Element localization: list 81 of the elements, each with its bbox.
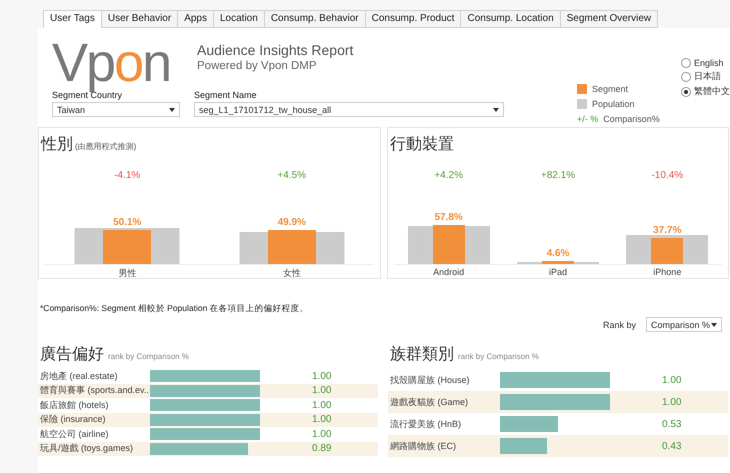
category-label: Android [433, 267, 464, 277]
caret-icon [711, 322, 717, 326]
filter-dropdown[interactable]: Taiwan [52, 102, 180, 117]
row-value: 0.53 [662, 418, 682, 430]
segment-value: 4.6% [546, 248, 570, 259]
legend-label: Comparison% [603, 114, 660, 124]
row-label: 房地產 (real.estate) [39, 370, 119, 383]
row-label: 玩具/遊戲 (toys.games) [39, 442, 134, 456]
list-title: 廣告偏好 [40, 344, 104, 365]
comparison-value: +82.1% [540, 170, 576, 183]
comparison-value: -10.4% [651, 170, 684, 183]
segment-value: 49.9% [278, 217, 306, 228]
legend-label: Population [592, 99, 635, 109]
value-bar [500, 438, 548, 454]
report-subtitle: Powered by Vpon DMP [197, 60, 318, 72]
radio-button[interactable] [681, 58, 691, 68]
panel-title: 行動裝置 [390, 134, 454, 155]
row-label: 流行愛美族 (HnB) [389, 418, 462, 430]
language-option[interactable]: 繁體中文 [694, 85, 730, 98]
footnote: *Comparison%: Segment 相較於 Population 在各項目上的偏好程度。 [39, 302, 310, 315]
row-label: 體育與賽事 (sports.and.ev.. [39, 384, 150, 398]
tab[interactable]: Apps [177, 10, 214, 28]
report-title: Audience Insights Report [197, 42, 354, 58]
tab[interactable]: Location [213, 10, 265, 28]
list-subtitle: rank by Comparison % [108, 352, 189, 361]
tab[interactable]: User Tags [43, 10, 102, 28]
row-value: 1.00 [312, 385, 332, 396]
row-label: 遊戲夜貓族 (Game) [389, 396, 470, 408]
segment-bar [268, 230, 316, 264]
segment-bar [103, 230, 152, 264]
radio-button[interactable] [681, 86, 691, 96]
tab[interactable]: Segment Overview [560, 10, 658, 28]
segment-bar [542, 260, 574, 264]
panel-note: (由應用程式推測) [75, 141, 136, 152]
row-value: 1.00 [312, 414, 332, 426]
row-value: 1.00 [662, 396, 682, 408]
segment-bar [651, 238, 684, 264]
segment-value: 57.8% [434, 212, 463, 223]
filter-dropdown[interactable]: seg_L1_17101712_tw_house_all [194, 102, 504, 117]
rank-by-label: Rank by [602, 320, 636, 330]
filter-label: Segment Name [194, 90, 258, 100]
row-value: 1.00 [312, 400, 332, 411]
row-label: 找殼購屋族 (House) [389, 374, 471, 386]
list-subtitle: rank by Comparison % [458, 352, 539, 361]
row-label: 網路購物族 (EC) [389, 440, 457, 452]
legend-mark: +/- % [577, 114, 598, 124]
legend-swatch [577, 84, 587, 94]
segment-value: 50.1% [113, 216, 142, 228]
comparison-value: +4.5% [277, 170, 306, 183]
segment-value: 37.7% [653, 225, 682, 236]
row-value: 1.00 [662, 374, 682, 386]
caret-icon [493, 108, 499, 112]
tab[interactable]: Consump. Location [460, 10, 561, 28]
comparison-value: +4.2% [434, 170, 463, 183]
row-value: 0.89 [312, 443, 332, 454]
category-label: 女性 [282, 267, 301, 280]
language-option[interactable]: 日本語 [694, 70, 721, 83]
row-label: 航空公司 (airline) [39, 428, 110, 441]
rank-by-dropdown[interactable]: Comparison % [646, 317, 722, 332]
category-label: iPhone [653, 267, 682, 277]
panel-title: 性別 [41, 135, 73, 155]
row-label: 保險 (insurance) [39, 413, 107, 426]
comparison-value: -4.1% [114, 170, 140, 183]
logo: Vpon [52, 36, 172, 90]
legend-swatch [577, 99, 587, 109]
category-label: 男性 [118, 267, 136, 280]
category-label: iPad [548, 267, 567, 277]
row-value: 1.00 [312, 370, 332, 382]
language-option[interactable]: English [694, 58, 724, 68]
tab[interactable]: Consump. Behavior [264, 10, 366, 28]
row-value: 0.43 [662, 440, 682, 452]
list-title: 族群類別 [390, 345, 454, 365]
segment-bar [432, 224, 465, 264]
tab[interactable]: User Behavior [100, 10, 178, 28]
legend-label: Segment [592, 84, 628, 94]
tab[interactable]: Consump. Product [364, 10, 462, 28]
caret-icon [169, 108, 175, 112]
value-bar [500, 416, 558, 432]
row-label: 飯店旅館 (hotels) [39, 398, 110, 412]
radio-button[interactable] [681, 72, 691, 82]
row-value: 1.00 [312, 428, 332, 440]
